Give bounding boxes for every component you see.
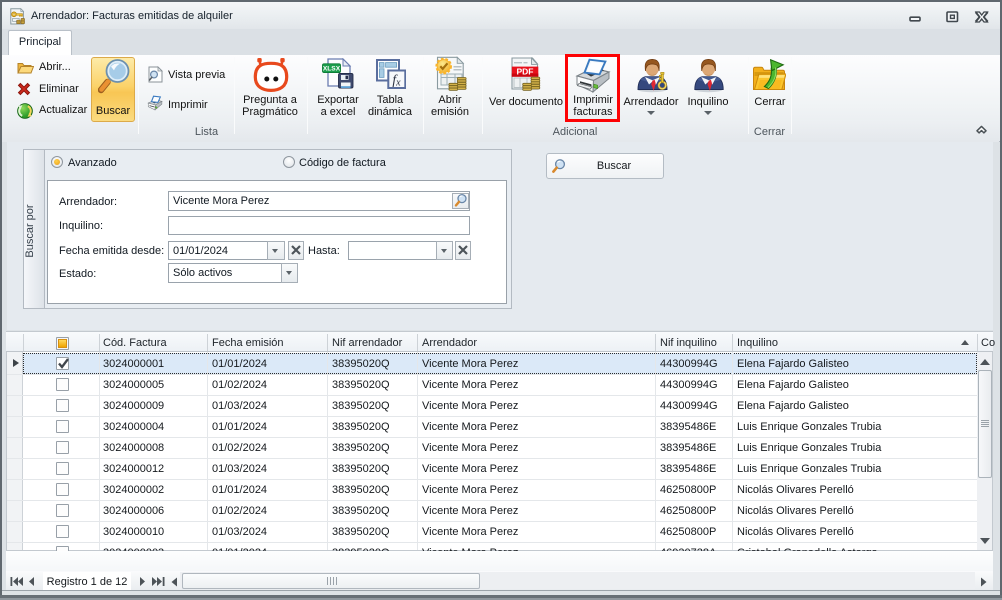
svg-text:XLSX: XLSX (323, 66, 341, 73)
svg-text:PDF: PDF (517, 67, 534, 77)
